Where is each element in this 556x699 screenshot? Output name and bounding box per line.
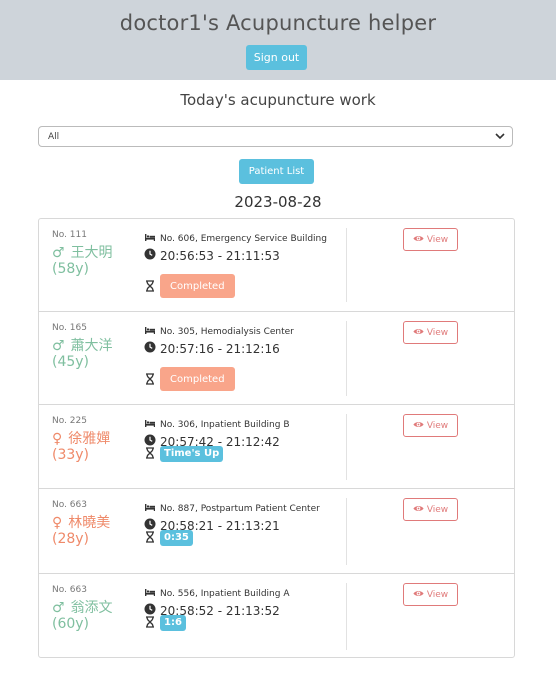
column-divider — [346, 583, 347, 650]
patient-age: (33y) — [52, 447, 90, 463]
bed-icon — [144, 501, 160, 516]
hourglass-icon — [144, 613, 160, 632]
sign-out-button[interactable]: Sign out — [246, 45, 307, 70]
eye-icon — [413, 588, 427, 602]
view-button[interactable]: View — [403, 321, 458, 344]
location-text: No. 887, Postpartum Patient Center — [160, 503, 320, 514]
hourglass-icon — [144, 370, 160, 389]
location-text: No. 606, Emergency Service Building — [160, 233, 327, 244]
column-divider — [346, 498, 347, 565]
status-row: Completed — [144, 274, 235, 298]
bed-icon — [144, 417, 160, 432]
male-icon: ♂ — [52, 245, 65, 261]
female-icon: ♀ — [52, 431, 63, 447]
filter-select[interactable]: All — [38, 126, 513, 147]
status-row: 1:6 — [144, 613, 186, 632]
female-icon: ♀ — [52, 515, 63, 531]
appointment-card: No. 663 ♂ 翁添文 (60y) No. 556, Inpatient Bu… — [39, 573, 514, 659]
status-badge: Completed — [160, 367, 235, 391]
bed-icon — [144, 324, 160, 339]
patient-name: 翁添文 — [70, 600, 113, 616]
patient-name: 徐雅嬋 — [68, 431, 111, 447]
chevron-down-icon — [495, 133, 505, 140]
bed-icon — [144, 231, 160, 246]
location-row: No. 606, Emergency Service Building — [144, 231, 327, 246]
status-badge: Completed — [160, 274, 235, 298]
view-label: View — [426, 234, 449, 245]
appointment-card: No. 225 ♀ 徐雅嬋 (33y) No. 306, Inpatient Bu… — [39, 404, 514, 489]
appointment-card: No. 663 ♀ 林曉美 (28y) No. 887, Postpartum P… — [39, 488, 514, 574]
hourglass-icon — [144, 528, 160, 547]
location-row: No. 887, Postpartum Patient Center — [144, 501, 320, 516]
location-row: No. 556, Inpatient Building A — [144, 586, 289, 601]
patient-name-row: ♀ 徐雅嬋 — [52, 428, 110, 448]
patient-number: No. 663 — [52, 585, 87, 595]
patient-number: No. 225 — [52, 416, 87, 426]
patient-name: 蕭大洋 — [70, 338, 113, 354]
hourglass-icon — [144, 277, 160, 296]
location-row: No. 306, Inpatient Building B — [144, 417, 290, 432]
column-divider — [346, 228, 347, 302]
appointment-card: No. 165 ♂ 蕭大洋 (45y) No. 305, Hemodialysis… — [39, 311, 514, 405]
view-label: View — [426, 327, 449, 338]
eye-icon — [413, 503, 427, 517]
location-text: No. 305, Hemodialysis Center — [160, 326, 294, 337]
status-row: Time's Up — [144, 444, 224, 463]
view-button[interactable]: View — [403, 498, 458, 521]
view-label: View — [426, 504, 449, 515]
eye-icon — [413, 233, 427, 247]
patient-name: 王大明 — [70, 245, 113, 261]
view-label: View — [426, 420, 449, 431]
countdown-badge: 1:6 — [160, 614, 186, 631]
patient-number: No. 165 — [52, 323, 87, 333]
location-text: No. 306, Inpatient Building B — [160, 419, 290, 430]
patient-name-row: ♀ 林曉美 — [52, 512, 110, 532]
filter-selected-value: All — [48, 132, 60, 142]
status-row: 0:35 — [144, 528, 193, 547]
patient-name-row: ♂ 王大明 — [52, 242, 113, 262]
bed-icon — [144, 586, 160, 601]
view-label: View — [426, 589, 449, 600]
app-header: doctor1's Acupuncture helper Sign out — [0, 0, 556, 80]
date-heading: 2023-08-28 — [234, 193, 322, 211]
countdown-badge: 0:35 — [160, 529, 193, 546]
male-icon: ♂ — [52, 338, 65, 354]
section-title: Today's acupuncture work — [180, 91, 376, 109]
patient-name-row: ♂ 蕭大洋 — [52, 335, 113, 355]
view-button[interactable]: View — [403, 228, 458, 251]
location-row: No. 305, Hemodialysis Center — [144, 324, 294, 339]
clock-icon — [144, 341, 160, 356]
appointment-card: No. 111 ♂ 王大明 (58y) No. 606, Emergency Se… — [39, 219, 514, 311]
view-button[interactable]: View — [403, 414, 458, 437]
eye-icon — [413, 419, 427, 433]
column-divider — [346, 321, 347, 396]
view-button[interactable]: View — [403, 583, 458, 606]
app-title: doctor1's Acupuncture helper — [119, 11, 437, 35]
patient-list-button[interactable]: Patient List — [239, 159, 314, 184]
eye-icon — [413, 326, 427, 340]
time-row: 20:56:53 - 21:11:53 — [144, 248, 280, 263]
location-text: No. 556, Inpatient Building A — [160, 588, 290, 599]
appointment-list: No. 111 ♂ 王大明 (58y) No. 606, Emergency Se… — [38, 218, 515, 658]
patient-name-row: ♂ 翁添文 — [52, 597, 113, 617]
countdown-badge: Time's Up — [160, 445, 224, 462]
clock-icon — [144, 248, 160, 263]
patient-number: No. 663 — [52, 500, 87, 510]
patient-age: (58y) — [52, 261, 90, 277]
hourglass-icon — [144, 444, 160, 463]
time-row: 20:57:16 - 21:12:16 — [144, 341, 280, 356]
patient-age: (60y) — [52, 616, 90, 632]
patient-age: (28y) — [52, 531, 90, 547]
male-icon: ♂ — [52, 600, 65, 616]
time-range: 20:57:16 - 21:12:16 — [160, 341, 280, 356]
time-range: 20:56:53 - 21:11:53 — [160, 248, 280, 263]
patient-age: (45y) — [52, 354, 90, 370]
patient-name: 林曉美 — [68, 515, 111, 531]
patient-number: No. 111 — [52, 230, 87, 240]
status-row: Completed — [144, 367, 235, 391]
column-divider — [346, 414, 347, 480]
